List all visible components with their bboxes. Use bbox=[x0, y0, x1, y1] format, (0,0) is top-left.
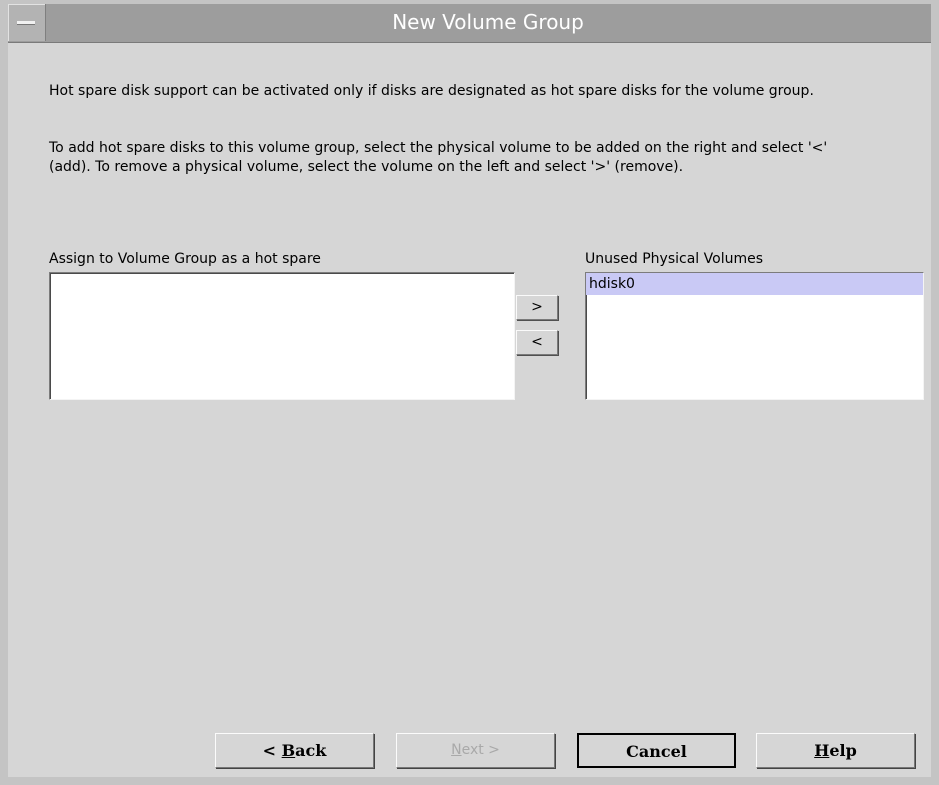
add-button[interactable]: < bbox=[516, 330, 558, 355]
next-button[interactable]: Next > bbox=[396, 733, 555, 768]
list-item[interactable]: hdisk0 bbox=[586, 273, 923, 295]
intro-paragraph-2: To add hot spare disks to this volume gr… bbox=[49, 140, 828, 175]
dialog-content: Hot spare disk support can be activated … bbox=[8, 42, 931, 777]
back-button[interactable]: < Back bbox=[215, 733, 374, 768]
title-bar: New Volume Group bbox=[8, 4, 931, 43]
help-label-rest: elp bbox=[829, 741, 857, 760]
intro-paragraph-1: Hot spare disk support can be activated … bbox=[49, 83, 814, 99]
window-title: New Volume Group bbox=[392, 10, 584, 34]
next-label-rest: ext > bbox=[461, 742, 500, 758]
unused-list-label: Unused Physical Volumes bbox=[585, 251, 764, 267]
cancel-button[interactable]: Cancel bbox=[577, 733, 736, 768]
assigned-hot-spare-list[interactable] bbox=[49, 272, 515, 400]
unused-physical-volumes-list[interactable]: hdisk0 bbox=[585, 272, 924, 400]
assigned-list-label: Assign to Volume Group as a hot spare bbox=[49, 251, 321, 267]
back-label-rest: ack bbox=[295, 741, 327, 760]
back-mnemonic: B bbox=[281, 741, 296, 760]
next-mnemonic: N bbox=[451, 742, 462, 758]
remove-button[interactable]: > bbox=[516, 295, 558, 320]
window-menu-icon bbox=[17, 21, 35, 25]
window-menu-button[interactable] bbox=[8, 4, 46, 41]
new-volume-group-dialog: New Volume Group Hot spare disk support … bbox=[0, 0, 939, 785]
back-label-prefix: < bbox=[262, 741, 282, 760]
help-mnemonic: H bbox=[814, 741, 830, 760]
help-button[interactable]: Help bbox=[756, 733, 915, 768]
